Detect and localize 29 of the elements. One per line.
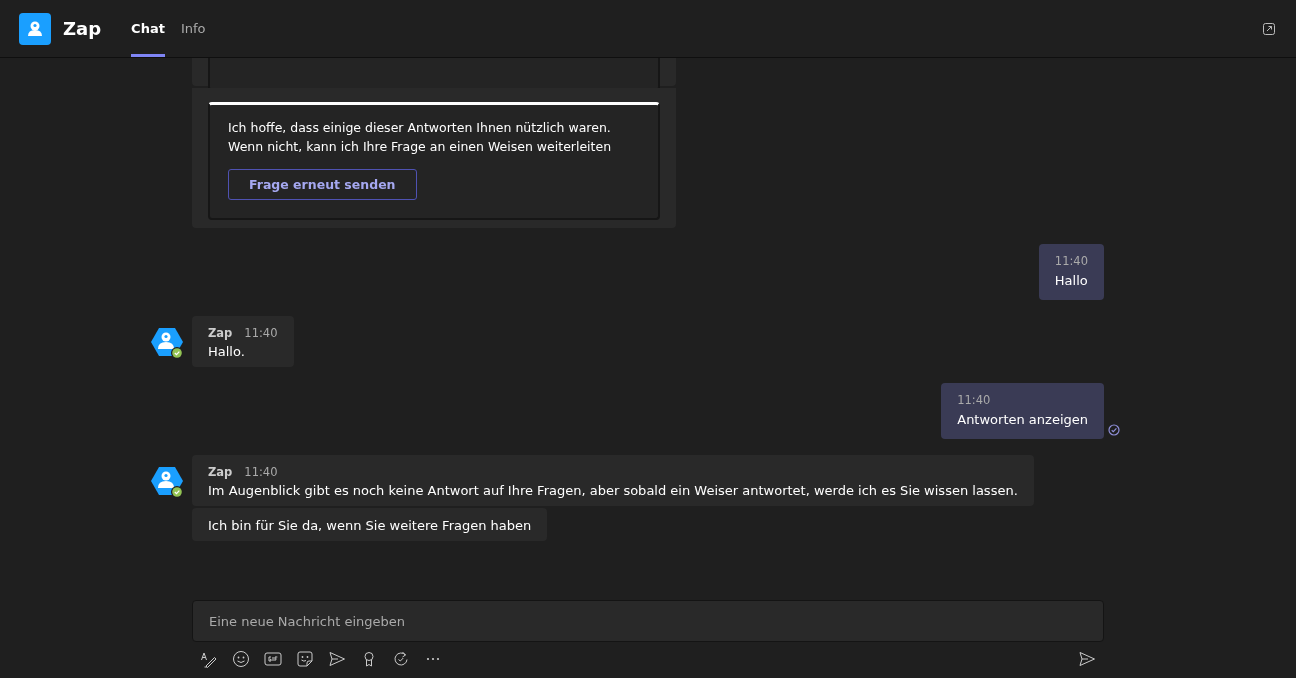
message-time: 11:40 xyxy=(244,465,278,479)
message-text: Hallo. xyxy=(208,344,246,359)
message-text: Antworten anzeigen xyxy=(957,412,1088,427)
tab[interactable]: Info xyxy=(180,0,206,57)
pop-out-icon[interactable] xyxy=(1262,21,1276,36)
message-time: 11:40 xyxy=(244,326,278,340)
bot-avatar-icon xyxy=(150,465,184,499)
send-arrow-icon[interactable] xyxy=(328,650,346,668)
sticker-icon[interactable] xyxy=(296,650,314,668)
message-time: 11:40 xyxy=(1054,254,1088,268)
emoji-icon[interactable] xyxy=(232,650,250,668)
tab[interactable]: Chat xyxy=(131,0,165,57)
sender-name: Zap xyxy=(208,465,233,479)
seen-check-icon xyxy=(1108,424,1120,436)
resend-button[interactable]: Frage erneut senden xyxy=(228,169,417,200)
message-time: 11:40 xyxy=(957,393,992,407)
sender-name: Zap xyxy=(208,326,233,340)
refresh-icon[interactable] xyxy=(392,650,410,668)
format-icon[interactable] xyxy=(200,650,218,668)
app-name: Zap xyxy=(63,18,102,39)
message-text: Hallo xyxy=(1054,273,1088,288)
gif-icon[interactable] xyxy=(264,650,282,668)
message-text: Ich bin für Sie da, wenn Sie weitere Fragen haben xyxy=(208,518,532,533)
message-text: Im Augenblick gibt es noch keine Antwort auf Ihre Fragen, aber sobald ein Weiser antwortet, werde ich es Sie wissen lassen. xyxy=(208,483,1018,498)
bot-avatar-icon xyxy=(150,326,184,360)
card-text: Ich hoffe, dass einige dieser Antworten Ihnen nützlich waren. Wenn nicht, kann ich Ihre Frage an einen Weisen weiterleiten xyxy=(228,119,613,156)
app-logo-icon xyxy=(19,12,51,45)
message-input-field[interactable]: Eine neue Nachricht eingeben xyxy=(192,600,1104,642)
send-icon[interactable] xyxy=(1078,650,1096,668)
